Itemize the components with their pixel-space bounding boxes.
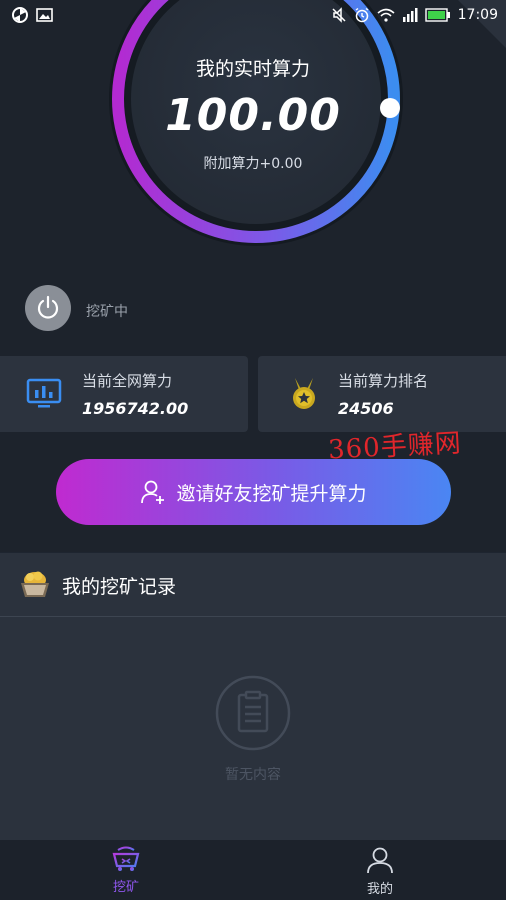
image-icon bbox=[36, 8, 53, 22]
mining-power-button[interactable] bbox=[25, 285, 71, 331]
status-time: 17:09 bbox=[457, 7, 498, 23]
mining-status-label: 挖矿中 bbox=[86, 304, 128, 320]
pinwheel-icon bbox=[12, 7, 28, 23]
nav-item-mining[interactable]: 挖矿 bbox=[66, 846, 186, 895]
rank-label: 当前算力排名 bbox=[338, 372, 429, 390]
clipboard-icon bbox=[215, 675, 291, 751]
monitor-chart-icon bbox=[26, 378, 62, 408]
network-hashrate-value: 1956742.00 bbox=[82, 399, 189, 418]
nav-label-mining: 挖矿 bbox=[112, 880, 139, 895]
nav-label-me: 我的 bbox=[366, 882, 393, 897]
mining-cart-icon bbox=[112, 846, 140, 871]
empty-state-text: 暂无内容 bbox=[225, 767, 281, 783]
alarm-icon bbox=[355, 7, 369, 23]
network-hashrate-card: 当前全网算力 1956742.00 bbox=[0, 356, 248, 432]
gold-cart-icon bbox=[21, 571, 49, 597]
invite-friends-label: 邀请好友挖矿提升算力 bbox=[176, 482, 367, 505]
signal-icon bbox=[402, 8, 418, 22]
mining-records-header: 我的挖矿记录 bbox=[0, 553, 506, 617]
wifi-icon bbox=[377, 8, 395, 22]
watermark-text: 360手赚网 bbox=[327, 428, 463, 466]
bottom-nav: 挖矿 我的 bbox=[0, 840, 506, 900]
rank-value: 24506 bbox=[338, 399, 394, 418]
medal-icon bbox=[293, 378, 315, 409]
battery-icon bbox=[424, 8, 450, 22]
gauge-subtitle: 附加算力+0.00 bbox=[203, 156, 303, 172]
status-bar: 17:09 bbox=[0, 0, 506, 30]
add-user-icon bbox=[141, 480, 165, 504]
gauge-title: 我的实时算力 bbox=[195, 58, 310, 80]
gauge-value: 100.00 bbox=[165, 90, 341, 141]
user-icon bbox=[367, 847, 393, 874]
network-hashrate-label: 当前全网算力 bbox=[82, 372, 173, 390]
status-right: 17:09 bbox=[331, 7, 506, 23]
hashrate-gauge: 我的实时算力 100.00 附加算力+0.00 bbox=[0, 0, 506, 270]
power-icon bbox=[37, 295, 59, 319]
nav-item-me[interactable]: 我的 bbox=[320, 846, 440, 897]
mining-records-list: 暂无内容 bbox=[0, 617, 506, 840]
invite-friends-button[interactable]: 邀请好友挖矿提升算力 bbox=[56, 459, 451, 525]
mute-icon bbox=[332, 7, 346, 23]
mining-records-title: 我的挖矿记录 bbox=[62, 576, 177, 598]
rank-card: 当前算力排名 24506 bbox=[258, 356, 506, 432]
status-left bbox=[0, 7, 53, 23]
